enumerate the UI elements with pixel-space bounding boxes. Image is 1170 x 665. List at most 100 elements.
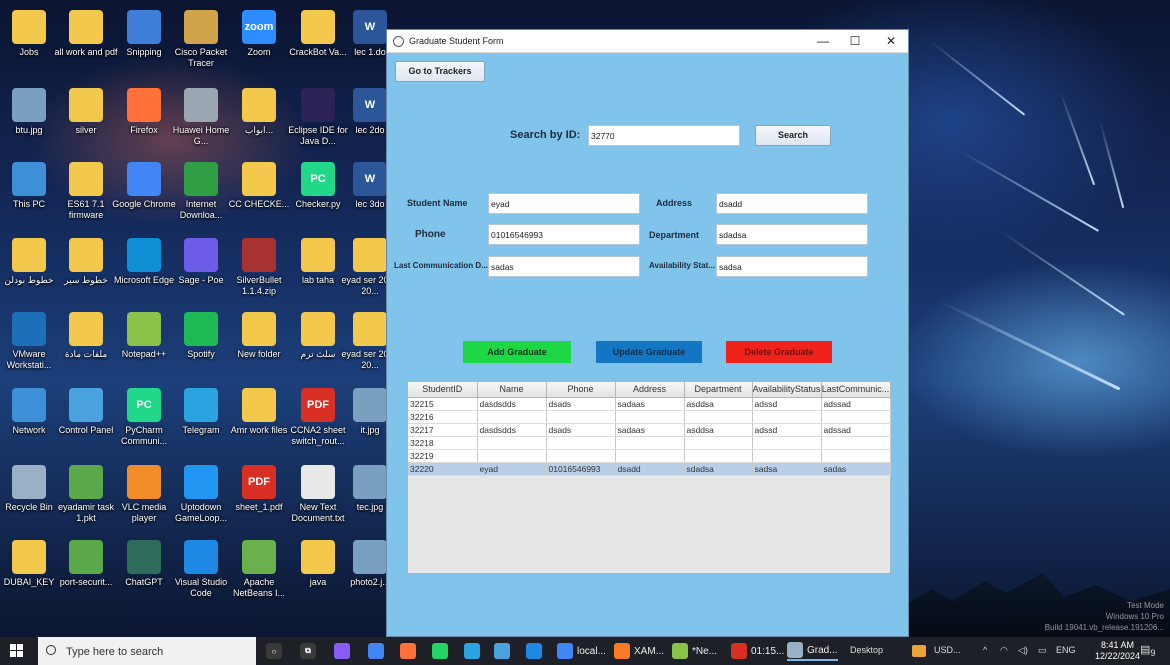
desktop-icon[interactable]: Notepad++ xyxy=(112,312,176,360)
table-cell[interactable] xyxy=(477,449,547,463)
table-cell[interactable]: 32217 xyxy=(408,423,478,437)
table-row[interactable]: 32216 xyxy=(408,410,891,424)
battery-icon[interactable]: ▭ xyxy=(1038,645,1047,656)
table-cell[interactable]: 32215 xyxy=(408,397,478,411)
desktop-icon[interactable]: VLC media player xyxy=(112,465,176,524)
desktop-icon[interactable]: Network xyxy=(0,388,61,436)
table-row[interactable]: 32217 dasdsdds dsads sadaas asddsa adssd adssa… xyxy=(408,423,891,437)
table-cell[interactable]: sadaas xyxy=(615,397,685,411)
table-cell[interactable]: sadsa xyxy=(752,462,822,476)
taskbar-app-button[interactable] xyxy=(432,641,452,661)
table-cell[interactable]: dsadd xyxy=(615,462,685,476)
table-cell[interactable] xyxy=(477,436,547,450)
table-cell[interactable] xyxy=(821,449,891,463)
maximize-button[interactable]: ☐ xyxy=(837,32,873,50)
table-cell[interactable]: dsads xyxy=(546,423,616,437)
table-cell[interactable] xyxy=(752,449,822,463)
table-row[interactable]: 32219 xyxy=(408,449,891,463)
desktop-icon[interactable]: Huawei Home G... xyxy=(169,88,233,147)
table-cell[interactable] xyxy=(615,410,685,424)
taskbar-app-button[interactable]: *Ne... xyxy=(672,641,717,661)
taskbar-app-button[interactable]: 01:15... xyxy=(731,641,784,661)
currency-widget-icon[interactable] xyxy=(912,645,926,657)
table-cell[interactable]: 32216 xyxy=(408,410,478,424)
desktop-icon[interactable]: Uptodown GameLoop... xyxy=(169,465,233,524)
desktop-icon[interactable]: Control Panel xyxy=(54,388,118,436)
availability-status-input[interactable]: sadsa xyxy=(716,256,868,277)
tray-chevron-icon[interactable]: ^ xyxy=(983,645,987,655)
desktop-icon[interactable]: Recycle Bin xyxy=(0,465,61,513)
taskbar-app-button[interactable]: Grad... xyxy=(787,641,838,661)
desktop-icon[interactable]: CC CHECKE... xyxy=(227,162,291,210)
desktop-icon[interactable]: all work and pdf xyxy=(54,10,118,58)
taskbar-app-button[interactable]: XAM... xyxy=(614,641,664,661)
table-cell[interactable]: asddsa xyxy=(684,423,753,437)
table-cell[interactable] xyxy=(821,436,891,450)
table-cell[interactable] xyxy=(546,410,616,424)
table-cell[interactable] xyxy=(684,436,753,450)
desktop-icon[interactable]: SilverBullet 1.1.4.zip xyxy=(227,238,291,297)
phone-input[interactable]: 01016546993 xyxy=(488,224,640,245)
show-desktop-label[interactable]: Desktop xyxy=(850,645,883,655)
taskbar-app-button[interactable] xyxy=(526,641,546,661)
desktop-icon[interactable]: zoom Zoom xyxy=(227,10,291,58)
desktop-icon[interactable]: btu.jpg xyxy=(0,88,61,136)
taskbar-app-button[interactable] xyxy=(494,641,514,661)
close-button[interactable]: ✕ xyxy=(873,32,909,50)
table-cell[interactable]: 32219 xyxy=(408,449,478,463)
desktop-icon[interactable]: Google Chrome xyxy=(112,162,176,210)
desktop-icon[interactable]: eyadamir task 1.pkt xyxy=(54,465,118,524)
taskbar-app-button[interactable]: ⧉ xyxy=(300,641,320,661)
student-name-input[interactable]: eyad xyxy=(488,193,640,214)
windows-start-button[interactable] xyxy=(10,644,24,658)
table-cell[interactable]: dasdsdds xyxy=(477,397,547,411)
desktop-icon[interactable]: New folder xyxy=(227,312,291,360)
desktop-icon[interactable]: PC PyCharm Communi... xyxy=(112,388,176,447)
table-cell[interactable]: dasdsdds xyxy=(477,423,547,437)
taskbar-app-button[interactable]: ○ xyxy=(266,641,286,661)
table-cell[interactable]: sadas xyxy=(821,462,891,476)
language-indicator[interactable]: ENG xyxy=(1056,645,1076,655)
department-input[interactable]: sdadsa xyxy=(716,224,868,245)
column-header[interactable]: Department xyxy=(684,382,753,398)
update-graduate-button[interactable]: Update Graduate xyxy=(596,341,702,363)
table-cell[interactable]: 32220 xyxy=(408,462,478,476)
add-graduate-button[interactable]: Add Graduate xyxy=(463,341,571,363)
delete-graduate-button[interactable]: Delete Graduate xyxy=(726,341,832,363)
table-cell[interactable]: sadaas xyxy=(615,423,685,437)
table-cell[interactable] xyxy=(615,436,685,450)
desktop-icon[interactable]: Visual Studio Code xyxy=(169,540,233,599)
desktop-icon[interactable]: Firefox xyxy=(112,88,176,136)
column-header[interactable]: Name xyxy=(477,382,547,398)
desktop-icon[interactable]: Snipping xyxy=(112,10,176,58)
table-cell[interactable] xyxy=(684,410,753,424)
table-cell[interactable]: adssad xyxy=(821,423,891,437)
table-cell[interactable] xyxy=(684,449,753,463)
table-row[interactable]: 32218 xyxy=(408,436,891,450)
table-cell[interactable]: asddsa xyxy=(684,397,753,411)
desktop-icon[interactable]: خطوط سير xyxy=(54,238,118,286)
table-cell[interactable]: adssad xyxy=(821,397,891,411)
go-to-trackers-button[interactable]: Go to Trackers xyxy=(395,61,485,82)
table-cell[interactable]: sdadsa xyxy=(684,462,753,476)
table-cell[interactable] xyxy=(477,410,547,424)
taskbar-app-button[interactable] xyxy=(368,641,388,661)
desktop-icon[interactable]: Spotify xyxy=(169,312,233,360)
notification-center-icon[interactable]: ▤9 xyxy=(1140,643,1156,658)
desktop-icon[interactable]: Telegram xyxy=(169,388,233,436)
table-row[interactable]: 32215 dasdsdds dsads sadaas asddsa adssd adssa… xyxy=(408,397,891,411)
desktop-icon[interactable]: This PC xyxy=(0,162,61,210)
desktop-icon[interactable]: VMware Workstati... xyxy=(0,312,61,371)
taskbar-app-button[interactable] xyxy=(334,641,354,661)
table-cell[interactable] xyxy=(752,410,822,424)
table-row[interactable]: 32220 eyad 01016546993 dsadd sdadsa sadsa sada… xyxy=(408,462,891,476)
desktop-icon[interactable]: ملفات مادة xyxy=(54,312,118,360)
search-button[interactable]: Search xyxy=(755,125,831,146)
table-cell[interactable]: adssd xyxy=(752,423,822,437)
table-cell[interactable]: adssd xyxy=(752,397,822,411)
column-header[interactable]: Phone xyxy=(546,382,616,398)
window-titlebar[interactable]: Graduate Student Form — ☐ ✕ xyxy=(387,30,908,53)
table-cell[interactable] xyxy=(752,436,822,450)
desktop-icon[interactable]: ابواب... xyxy=(227,88,291,136)
table-cell[interactable] xyxy=(821,410,891,424)
